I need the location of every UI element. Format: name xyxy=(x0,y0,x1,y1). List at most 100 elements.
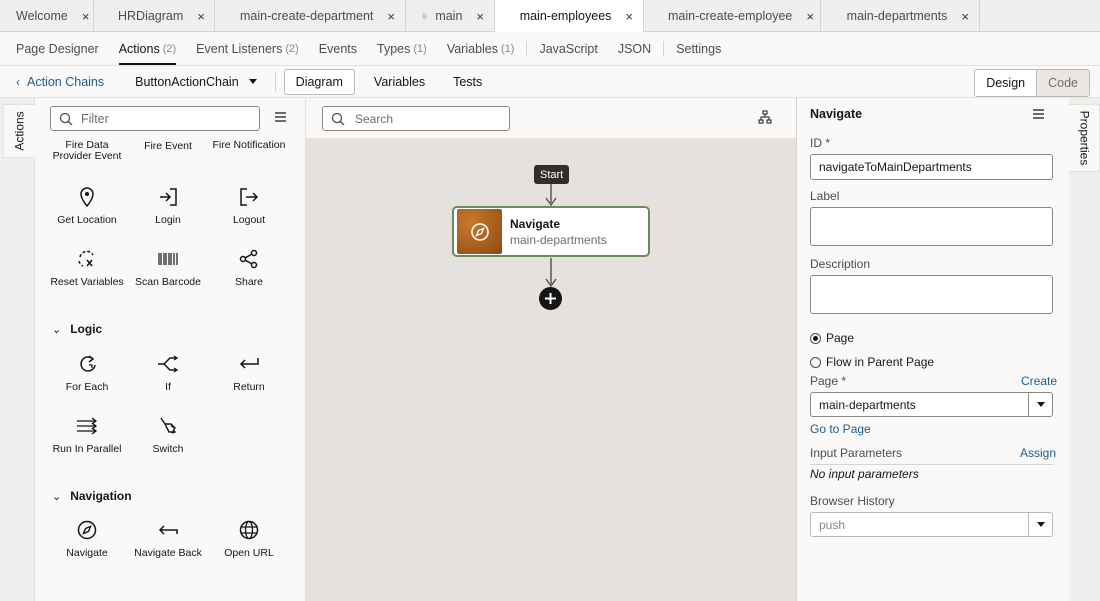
editor-tab-main-create-employee[interactable]: main-create-employee × xyxy=(644,0,821,32)
tab-variables[interactable]: Variables (1) xyxy=(437,32,525,65)
palette-item-fire-data-provider-event[interactable]: Fire Data Provider Event xyxy=(45,140,129,162)
palette-item-label: Run In Parallel xyxy=(52,443,122,455)
close-icon[interactable]: × xyxy=(476,9,484,24)
palette-item-navigate[interactable]: Navigate xyxy=(45,519,129,559)
palette-item-label: Get Location xyxy=(57,214,117,226)
radio-page[interactable]: Page xyxy=(810,331,854,345)
close-icon[interactable]: × xyxy=(961,9,969,24)
tab-label: main-employees xyxy=(519,9,612,23)
palette-item-open-url[interactable]: Open URL xyxy=(207,519,291,559)
editor-tab-hrdiagram[interactable]: HRDiagram × xyxy=(94,0,215,32)
logout-icon xyxy=(240,188,259,206)
browser-history-select[interactable]: push xyxy=(810,512,1053,537)
view-tab-variables[interactable]: Variables xyxy=(363,69,436,95)
palette-item-login[interactable]: Login xyxy=(126,186,210,226)
properties-rail-tab[interactable]: Properties xyxy=(1069,104,1100,172)
id-field[interactable]: navigateToMainDepartments xyxy=(810,154,1053,180)
palette-item-run-in-parallel[interactable]: Run In Parallel xyxy=(45,415,129,455)
navigation-section-header[interactable]: ⌄ Navigation xyxy=(52,489,132,503)
tab-event-listeners[interactable]: Event Listeners (2) xyxy=(186,32,309,65)
palette-item-switch[interactable]: Switch xyxy=(126,415,210,455)
diagram-canvas[interactable]: Search Start Navigate main-departments xyxy=(306,98,796,601)
description-field[interactable] xyxy=(810,275,1053,314)
tab-types[interactable]: Types (1) xyxy=(367,32,437,65)
tab-label: main-departments xyxy=(846,9,948,23)
editor-tab-main-create-department[interactable]: main-create-department × xyxy=(215,0,406,32)
back-label: Action Chains xyxy=(27,74,105,89)
tab-javascript[interactable]: JavaScript xyxy=(529,32,607,65)
palette-item-if[interactable]: If xyxy=(126,353,210,393)
view-tab-diagram[interactable]: Diagram xyxy=(283,68,355,95)
chevron-down-icon[interactable] xyxy=(1028,513,1052,536)
logic-section-header[interactable]: ⌄ Logic xyxy=(52,322,102,336)
close-icon[interactable]: × xyxy=(387,9,395,24)
barcode-icon xyxy=(158,253,178,265)
left-rail: Actions xyxy=(0,98,35,601)
palette-item-fire-event[interactable]: Fire Event xyxy=(126,140,210,152)
actions-rail-tab[interactable]: Actions xyxy=(3,104,35,158)
palette-item-return[interactable]: Return xyxy=(207,353,291,393)
palette-item-navigate-back[interactable]: Navigate Back xyxy=(126,519,210,559)
page-select[interactable]: main-departments xyxy=(810,392,1053,417)
tab-label: Types xyxy=(377,41,411,56)
editor-tab-main-employees[interactable]: main-employees × xyxy=(495,0,644,33)
radio-flow-in-parent-page[interactable]: Flow in Parent Page xyxy=(810,355,934,369)
close-icon[interactable]: × xyxy=(82,9,90,24)
palette-item-reset-variables[interactable]: Reset Variables xyxy=(45,248,129,288)
tab-json[interactable]: JSON xyxy=(608,32,661,65)
chain-name: ButtonActionChain xyxy=(135,74,239,89)
filter-input[interactable]: Filter xyxy=(50,106,260,131)
go-to-page-link[interactable]: Go to Page xyxy=(810,422,871,436)
create-page-link[interactable]: Create xyxy=(1021,374,1057,388)
tab-events[interactable]: Events xyxy=(309,32,367,65)
hamburger-menu-icon[interactable] xyxy=(1033,109,1044,119)
radio-label: Flow in Parent Page xyxy=(826,355,935,369)
navigate-action-node[interactable]: Navigate main-departments xyxy=(452,206,650,257)
view-tab-tests[interactable]: Tests xyxy=(442,69,493,95)
chevron-down-icon[interactable] xyxy=(1028,393,1052,416)
editor-tab-main[interactable]: main × xyxy=(406,0,495,32)
label-field[interactable] xyxy=(810,207,1053,246)
compass-icon xyxy=(77,520,97,540)
palette-item-label: If xyxy=(165,381,171,393)
editor-tab-welcome[interactable]: Welcome × xyxy=(0,0,94,32)
palette-item-scan-barcode[interactable]: Scan Barcode xyxy=(126,248,210,288)
action-chain-toolbar: ‹ Action Chains ButtonActionChain Diagra… xyxy=(0,66,1100,98)
assign-link[interactable]: Assign xyxy=(1020,446,1056,460)
compass-icon xyxy=(470,222,489,241)
palette-item-logout[interactable]: Logout xyxy=(207,186,291,226)
back-to-action-chains-link[interactable]: ‹ Action Chains xyxy=(16,75,104,89)
chevron-down-icon: ⌄ xyxy=(52,490,62,503)
tab-page-designer[interactable]: Page Designer xyxy=(6,32,109,65)
palette-item-for-each[interactable]: For Each xyxy=(45,353,129,393)
editor-tab-bar: Welcome × HRDiagram × main-create-depart… xyxy=(0,0,1100,33)
start-node[interactable]: Start xyxy=(534,165,570,184)
hamburger-menu-icon[interactable] xyxy=(275,112,286,122)
toolbar-divider xyxy=(274,71,276,92)
design-button[interactable]: Design xyxy=(975,70,1038,96)
close-icon[interactable]: × xyxy=(197,9,205,24)
tab-actions[interactable]: Actions (2) xyxy=(109,32,186,65)
editor-tab-main-departments[interactable]: main-departments × xyxy=(821,0,980,32)
code-button[interactable]: Code xyxy=(1037,70,1089,96)
actions-palette: Filter Fire Data Provider Event Fire Eve… xyxy=(35,98,306,601)
tab-settings[interactable]: Settings xyxy=(666,32,731,65)
action-chain-selector[interactable]: ButtonActionChain xyxy=(135,75,257,89)
id-label: ID * xyxy=(810,136,831,150)
palette-item-get-location[interactable]: Get Location xyxy=(45,186,129,226)
palette-item-fire-notification[interactable]: Fire Notification xyxy=(207,140,291,151)
radio-selected-indicator xyxy=(810,332,821,344)
palette-item-share[interactable]: Share xyxy=(207,248,291,288)
page-icon xyxy=(511,15,512,17)
radio-indicator xyxy=(810,356,821,368)
palette-item-label: Fire Notification xyxy=(212,139,286,151)
add-action-button[interactable] xyxy=(539,287,562,310)
rail-tab-label: Properties xyxy=(1077,110,1092,166)
page-icon xyxy=(837,15,839,17)
close-icon[interactable]: × xyxy=(806,9,814,24)
palette-item-label: Share xyxy=(234,276,264,288)
close-icon[interactable]: × xyxy=(625,9,633,24)
rail-tab-label: Actions xyxy=(12,111,27,151)
tab-label: Variables xyxy=(446,41,498,56)
tab-label: JavaScript xyxy=(539,41,598,56)
